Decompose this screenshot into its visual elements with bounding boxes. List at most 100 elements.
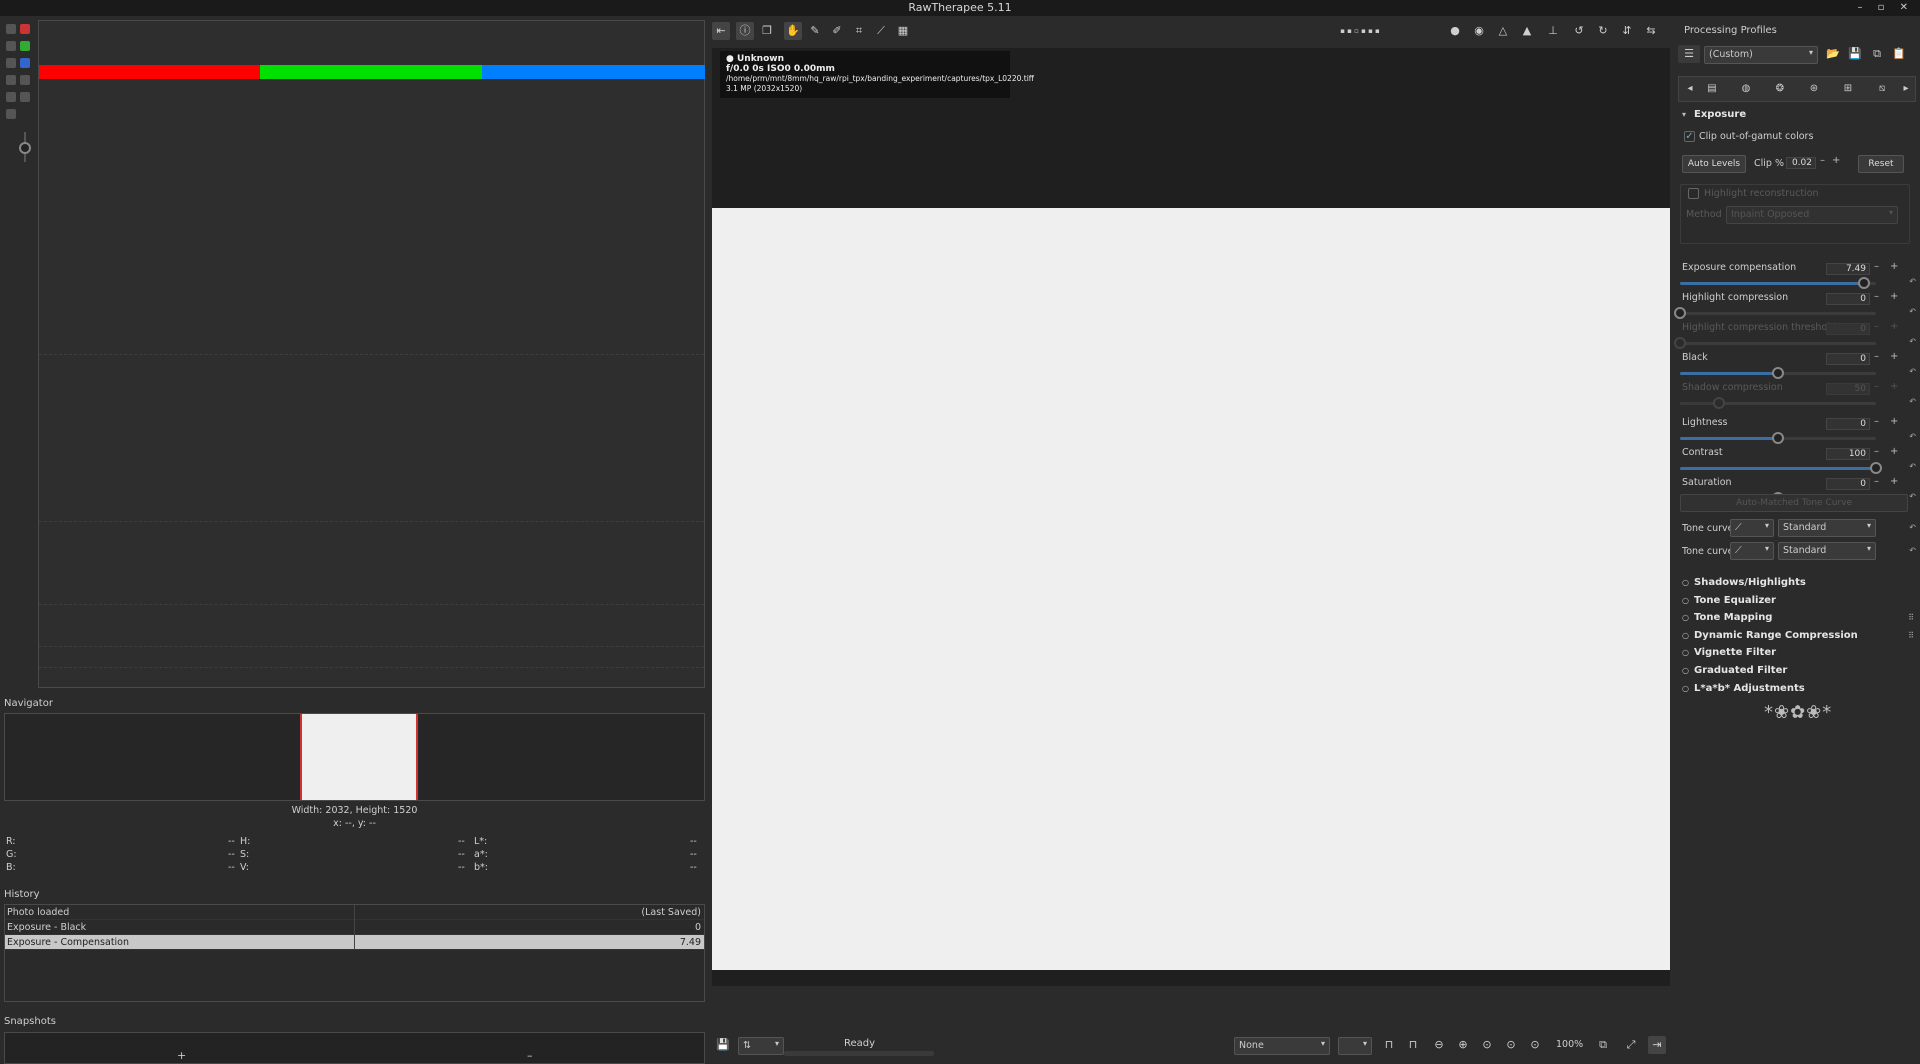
add-snapshot-button[interactable]: + — [177, 1049, 186, 1062]
l-a-b-adjustments-header[interactable]: ○ L*a*b* Adjustments — [1680, 680, 1916, 697]
shadow-compression-value[interactable]: 50 — [1826, 383, 1870, 395]
highlight-compression-threshold-slider[interactable] — [1674, 337, 1876, 349]
straighten-icon[interactable]: ⟋ — [872, 22, 890, 40]
shadow-compression-slider-knob[interactable] — [1713, 397, 1726, 409]
indicator-dots-icon[interactable]: ▪ ▪ ▫ ▪ ▪ ▪ — [1330, 22, 1390, 40]
vignette-filter-header[interactable]: ○ Vignette Filter — [1680, 644, 1916, 661]
histogram-scale-knob[interactable] — [19, 142, 31, 154]
navigator[interactable] — [4, 713, 705, 801]
highlight-compression-slider[interactable] — [1674, 307, 1876, 319]
black-plus[interactable]: + — [1890, 351, 1898, 362]
red-channel-icon[interactable] — [20, 24, 30, 34]
histogram-icon[interactable] — [6, 24, 16, 34]
dynamic-range-compression-header[interactable]: ○ Dynamic Range Compression ⠿ — [1680, 627, 1916, 644]
history-row-selected[interactable]: Exposure - Compensation 7.49 — [5, 935, 704, 950]
remove-snapshot-button[interactable]: – — [527, 1049, 533, 1062]
highlight-clip-warning-icon[interactable]: ▲ — [1518, 22, 1536, 40]
tone-curve-1-mode-combo[interactable]: Standard ▾ — [1778, 519, 1876, 537]
focus-mask-icon[interactable]: ● — [1446, 22, 1464, 40]
saturation-minus[interactable]: – — [1874, 476, 1879, 487]
zoom-out-icon[interactable]: ⊖ — [1430, 1036, 1448, 1054]
auto-matched-tone-curve-button[interactable]: Auto-Matched Tone Curve — [1680, 494, 1908, 512]
tab-color-icon[interactable]: ⊛ — [1807, 82, 1821, 96]
tab-transform-icon[interactable]: ⧅ — [1875, 82, 1889, 96]
contrast-slider-knob[interactable] — [1870, 462, 1882, 474]
save-image-icon[interactable]: 💾 — [714, 1036, 732, 1054]
lightness-slider-knob[interactable] — [1772, 432, 1784, 444]
clip-gamut-checkbox[interactable]: ✓ — [1684, 131, 1695, 142]
tone-curve-2-editor-button[interactable]: ⟋ ▾ — [1730, 542, 1774, 560]
shadow-compression-reset-icon[interactable]: ↶ — [1909, 397, 1916, 406]
exposure-compensation-slider-knob[interactable] — [1858, 277, 1871, 289]
lightness-value[interactable]: 0 — [1826, 418, 1870, 430]
shadow-compression-plus[interactable]: + — [1890, 381, 1898, 392]
lightness-plus[interactable]: + — [1890, 416, 1898, 427]
tone-curve-1-editor-button[interactable]: ⟋ ▾ — [1730, 519, 1774, 537]
lightness-reset-icon[interactable]: ↶ — [1909, 432, 1916, 441]
exposure-compensation-reset-icon[interactable]: ↶ — [1909, 277, 1916, 286]
green-channel-icon[interactable] — [20, 41, 30, 51]
gamut-icon[interactable]: ◉ — [1470, 22, 1488, 40]
profile-combo[interactable]: (Custom) ▾ — [1704, 46, 1818, 64]
white-balance-picker-icon[interactable]: ✎ — [806, 22, 824, 40]
navigator-viewport-frame[interactable] — [300, 714, 418, 800]
highlight-compression-threshold-slider-knob[interactable] — [1674, 337, 1686, 349]
saturation-value[interactable]: 0 — [1826, 478, 1870, 490]
zoom-100-icon[interactable]: ⊙ — [1526, 1036, 1544, 1054]
intent-combo[interactable]: ▾ — [1338, 1037, 1372, 1055]
exposure-compensation-plus[interactable]: + — [1890, 261, 1898, 272]
tone-mapping-header[interactable]: ○ Tone Mapping ⠿ — [1680, 609, 1916, 626]
lightness-minus[interactable]: – — [1874, 416, 1879, 427]
history-row[interactable]: Exposure - Black 0 — [5, 920, 704, 935]
histogram-scale-slider[interactable] — [19, 132, 31, 162]
shadow-clip-warning-icon[interactable]: △ — [1494, 22, 1512, 40]
tab-scroll-right-icon[interactable]: ▸ — [1899, 82, 1913, 96]
highlight-compression-threshold-minus[interactable]: – — [1874, 321, 1879, 332]
black-slider-knob[interactable] — [1772, 367, 1784, 379]
tab-scroll-left-icon[interactable]: ◂ — [1683, 82, 1697, 96]
image-preview[interactable]: ● Unknown f/0.0 0s ISO0 0.00mm /home/prm… — [712, 48, 1670, 986]
highlight-compression-threshold-plus[interactable]: + — [1890, 321, 1898, 332]
output-profile-combo[interactable]: None ▾ — [1234, 1037, 1330, 1055]
black-reset-icon[interactable]: ↶ — [1909, 367, 1916, 376]
spot-removal-icon[interactable]: ✐ — [828, 22, 846, 40]
profile-list-icon[interactable]: ☰ — [1678, 45, 1700, 63]
tab-favorites-icon[interactable]: ▤ — [1705, 82, 1719, 96]
exposure-compensation-value[interactable]: 7.49 — [1826, 263, 1870, 275]
clip-pct-plus[interactable]: + — [1832, 155, 1840, 166]
exposure-header[interactable]: ▾ Exposure — [1680, 106, 1916, 123]
highlight-compression-value[interactable]: 0 — [1826, 293, 1870, 305]
exposure-compensation-slider[interactable] — [1680, 277, 1876, 289]
rotate-right-icon[interactable]: ↻ — [1594, 22, 1612, 40]
hide-right-panel-icon[interactable]: ⇥ — [1648, 1036, 1666, 1054]
shadow-compression-slider[interactable] — [1680, 397, 1876, 409]
tone-curve-2-mode-combo[interactable]: Standard ▾ — [1778, 542, 1876, 560]
before-after-icon[interactable]: ❐ — [758, 22, 776, 40]
load-profile-icon[interactable]: 📂 — [1824, 45, 1842, 63]
tone-equalizer-header[interactable]: ○ Tone Equalizer — [1680, 592, 1916, 609]
raw-icon[interactable] — [6, 75, 16, 85]
blue-channel-icon[interactable] — [20, 58, 30, 68]
contrast-reset-icon[interactable]: ↶ — [1909, 462, 1916, 471]
auto-levels-button[interactable]: Auto Levels — [1682, 155, 1746, 173]
exposure-compensation-minus[interactable]: – — [1874, 261, 1879, 272]
perspective-icon[interactable]: ▦ — [894, 22, 912, 40]
paste-profile-icon[interactable]: 📋 — [1890, 45, 1908, 63]
saturation-plus[interactable]: + — [1890, 476, 1898, 487]
pointer-icon[interactable] — [6, 109, 16, 119]
black-value[interactable]: 0 — [1826, 353, 1870, 365]
contrast-plus[interactable]: + — [1890, 446, 1898, 457]
luminance-icon[interactable] — [6, 41, 16, 51]
zoom-in-icon[interactable]: ⊕ — [1454, 1036, 1472, 1054]
highlight-compression-reset-icon[interactable]: ↶ — [1909, 307, 1916, 316]
crop-icon[interactable]: ⌗ — [850, 22, 868, 40]
copy-profile-icon[interactable]: ⧉ — [1868, 45, 1886, 63]
bar-icon[interactable] — [20, 75, 30, 85]
rotate-left-icon[interactable]: ↺ — [1570, 22, 1588, 40]
hand-tool-icon[interactable]: ✋ — [784, 22, 802, 40]
black-slider[interactable] — [1680, 367, 1876, 379]
tab-exposure-icon[interactable]: ◍ — [1739, 82, 1753, 96]
shadows-highlights-header[interactable]: ○ Shadows/Highlights — [1680, 574, 1916, 591]
clip-pct-minus[interactable]: – — [1820, 155, 1825, 166]
history-row[interactable]: Photo loaded (Last Saved) — [5, 905, 704, 920]
